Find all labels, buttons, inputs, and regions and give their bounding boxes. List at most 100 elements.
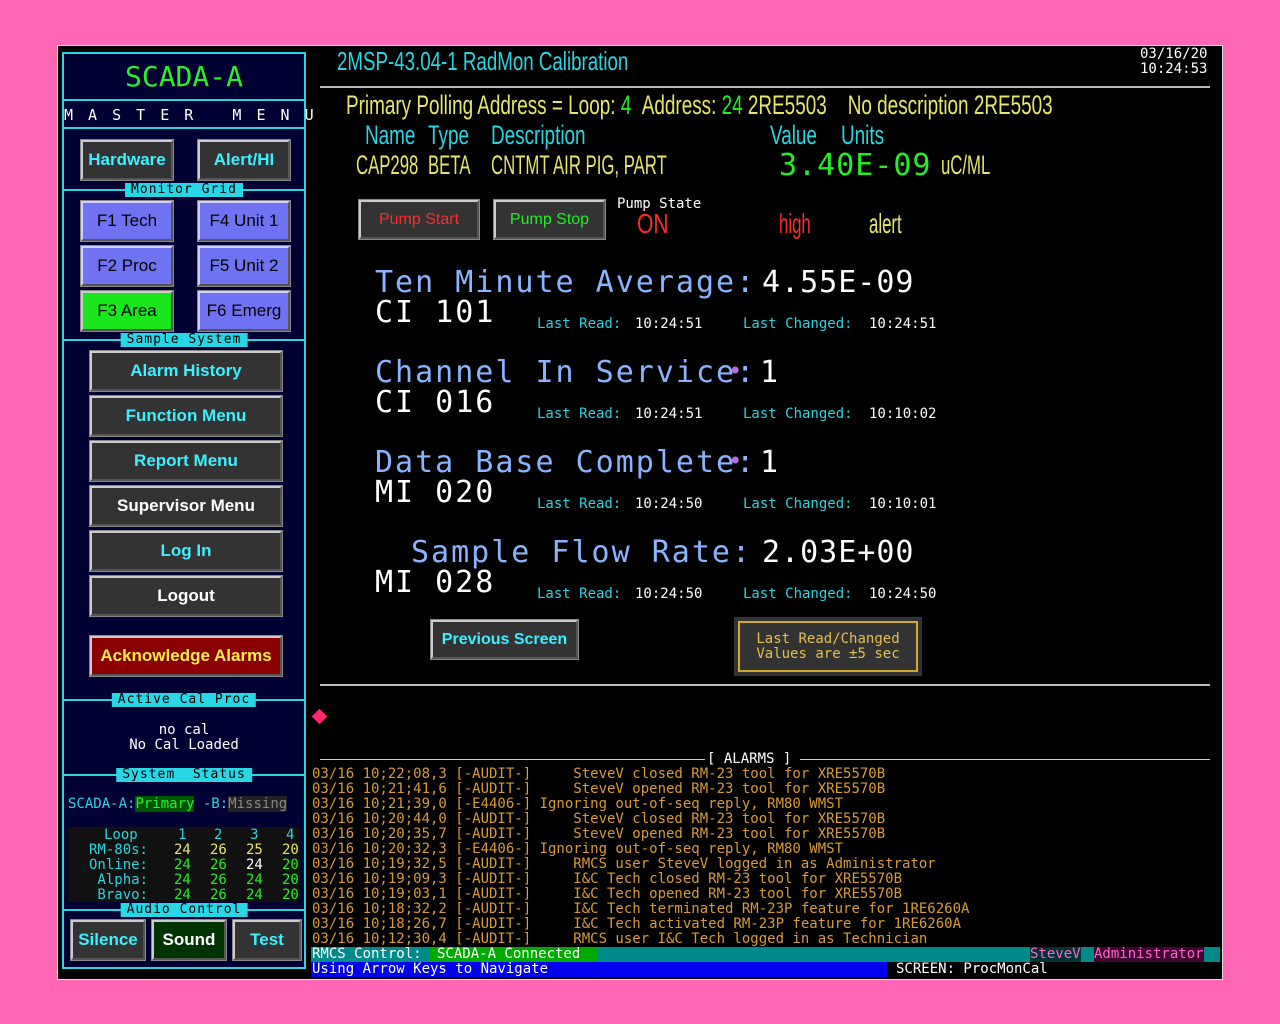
current-user: SteveV — [1030, 946, 1081, 962]
acknowledge-alarms-button[interactable]: Acknowledge Alarms — [89, 635, 283, 677]
last-changed-label: Last Changed: — [743, 496, 853, 512]
monitor-value: 3.40E-09 — [779, 148, 932, 183]
monitor-id: 2RE5503 — [747, 90, 827, 120]
loop-cell: 24 — [246, 872, 263, 888]
alarm-entry[interactable]: 03/16 10;20;35,7 [-AUDIT-] SteveV opened… — [312, 827, 885, 842]
loop-column-header: 3 — [250, 827, 259, 843]
point-code: MI 028 — [375, 565, 496, 600]
grid-f1-tech-button[interactable]: F1 Tech — [80, 200, 174, 242]
point-bullet-icon: • — [728, 357, 743, 385]
grid-f5-unit2-button[interactable]: F5 Unit 2 — [197, 245, 291, 287]
loop-cell: 20 — [282, 887, 299, 903]
last-read-label: Last Read: — [537, 496, 622, 512]
monitor-grid-label: Monitor Grid — [125, 183, 243, 197]
alarm-entry[interactable]: 03/16 10;20;32,3 [-E4406-] Ignoring out-… — [312, 842, 843, 857]
navigation-hint: Using Arrow Keys to Navigate — [312, 961, 549, 977]
log-in-button[interactable]: Log In — [89, 530, 283, 572]
alert-hi-button[interactable]: Alert/HI — [197, 139, 291, 181]
logout-button[interactable]: Logout — [89, 575, 283, 617]
grid-f4-unit1-button[interactable]: F4 Unit 1 — [197, 200, 291, 242]
point-code: CI 101 — [375, 295, 496, 330]
point-value: 1 — [760, 355, 780, 390]
alarm-entry[interactable]: 03/16 10;19;09,3 [-AUDIT-] I&C Tech clos… — [312, 872, 902, 887]
monitor-description: No description 2RE5503 — [847, 90, 1053, 120]
monitor-name: CAP298 — [356, 150, 419, 180]
last-read-label: Last Read: — [537, 316, 622, 332]
test-button[interactable]: Test — [232, 919, 302, 961]
pump-start-button[interactable]: Pump Start — [358, 199, 480, 240]
loop-column-header: 1 — [178, 827, 187, 843]
loop-cell: 20 — [282, 857, 299, 873]
alarm-entry[interactable]: 03/16 10;20;44,0 [-AUDIT-] SteveV closed… — [312, 812, 885, 827]
alarm-entry[interactable]: 03/16 10;19;32,5 [-AUDIT-] RMCS user Ste… — [312, 857, 936, 872]
header-date: 03/16/20 — [1140, 46, 1208, 62]
alarm-entry[interactable]: 03/16 10;21;41,6 [-AUDIT-] SteveV opened… — [312, 782, 885, 797]
polling-address-line: Primary Polling Address = Loop: 4 Addres… — [346, 90, 1053, 121]
units-header: Units — [841, 120, 885, 150]
polling-prefix: Primary Polling Address = Loop: — [346, 90, 616, 120]
loop-cell: 24 — [246, 887, 263, 903]
supervisor-menu-button[interactable]: Supervisor Menu — [89, 485, 283, 527]
tolerance-note: Last Read/Changed Values are ±5 sec — [734, 617, 922, 676]
monitor-units: uC/ML — [941, 150, 991, 180]
current-role: Administrator — [1094, 946, 1204, 962]
monitor-description-value: CNTMT AIR PIG, PART — [491, 150, 667, 180]
loop-cell: 24 — [174, 887, 191, 903]
loop-row-label: Alpha: — [97, 872, 148, 888]
polling-loop: 4 — [620, 90, 632, 120]
alarm-history-button[interactable]: Alarm History — [89, 350, 283, 392]
loop-cell: 24 — [174, 842, 191, 858]
pump-stop-button[interactable]: Pump Stop — [493, 199, 606, 240]
previous-screen-button[interactable]: Previous Screen — [430, 619, 579, 660]
control-value: SCADA-A Connected — [430, 947, 598, 962]
alarm-entry[interactable]: 03/16 10;18;26,7 [-AUDIT-] I&C Tech acti… — [312, 917, 961, 932]
sound-button[interactable]: Sound — [151, 919, 227, 961]
alarm-entry[interactable]: 03/16 10;12;30,4 [-AUDIT-] RMCS user I&C… — [312, 932, 927, 947]
silence-button[interactable]: Silence — [70, 919, 146, 961]
last-read-value: 10:24:50 — [635, 586, 703, 602]
scada-status-line: SCADA-A:Primary -B:Missing — [68, 796, 288, 812]
loop-cell: 24 — [174, 857, 191, 873]
point-value: 4.55E-09 — [762, 265, 915, 300]
scada-b-label: -B: — [194, 796, 229, 812]
grid-f3-area-button[interactable]: F3 Area — [80, 290, 174, 332]
grid-f6-emerg-button[interactable]: F6 Emerg — [197, 290, 291, 332]
loop-cell: 26 — [210, 872, 227, 888]
point-bullet-icon: • — [728, 447, 743, 475]
tolerance-note-line1: Last Read/Changed — [756, 630, 900, 647]
scada-a-status: Primary — [135, 796, 195, 812]
system-status-label: System Status — [116, 768, 252, 782]
address-label: Address: — [641, 90, 717, 120]
scada-b-status: Missing — [228, 796, 288, 812]
alarm-entry[interactable]: 03/16 10;22;08,3 [-AUDIT-] SteveV closed… — [312, 767, 885, 782]
last-read-label: Last Read: — [537, 406, 622, 422]
monitor-type: BETA — [428, 150, 471, 180]
value-header: Value — [770, 120, 817, 150]
last-read-label: Last Read: — [537, 586, 622, 602]
active-cal-proc-label: Active Cal Proc — [111, 693, 257, 707]
loop-row-label: RM-80s: — [88, 842, 148, 858]
menu-title: M A S T E R M E N U — [64, 106, 317, 124]
function-menu-button[interactable]: Function Menu — [89, 395, 283, 437]
screen-title: 2MSP-43.04-1 RadMon Calibration — [337, 46, 629, 76]
last-changed-value: 10:24:50 — [869, 586, 937, 602]
loop-cell: 26 — [210, 887, 227, 903]
cal-status-line1: no cal — [158, 722, 210, 738]
last-read-value: 10:24:50 — [635, 496, 703, 512]
alarm-entry[interactable]: 03/16 10;21;39,0 [-E4406-] Ignoring out-… — [312, 797, 843, 812]
loop-cell: 25 — [246, 842, 263, 858]
description-header: Description — [491, 120, 586, 150]
alert-indicator: alert — [869, 208, 902, 239]
control-label: RMCS Control: — [312, 946, 422, 962]
app-title: SCADA-A — [124, 60, 243, 93]
polling-address: 24 — [721, 90, 743, 120]
hardware-button[interactable]: Hardware — [80, 139, 174, 181]
sample-system-label: Sample System — [120, 333, 248, 347]
report-menu-button[interactable]: Report Menu — [89, 440, 283, 482]
alarm-entry[interactable]: 03/16 10;19;03,1 [-AUDIT-] I&C Tech open… — [312, 887, 902, 902]
alarm-entry[interactable]: 03/16 10;18;32,2 [-AUDIT-] I&C Tech term… — [312, 902, 969, 917]
last-read-value: 10:24:51 — [635, 406, 703, 422]
last-changed-value: 10:24:51 — [869, 316, 937, 332]
loop-row-label: Online: — [88, 857, 148, 873]
grid-f2-proc-button[interactable]: F2 Proc — [80, 245, 174, 287]
